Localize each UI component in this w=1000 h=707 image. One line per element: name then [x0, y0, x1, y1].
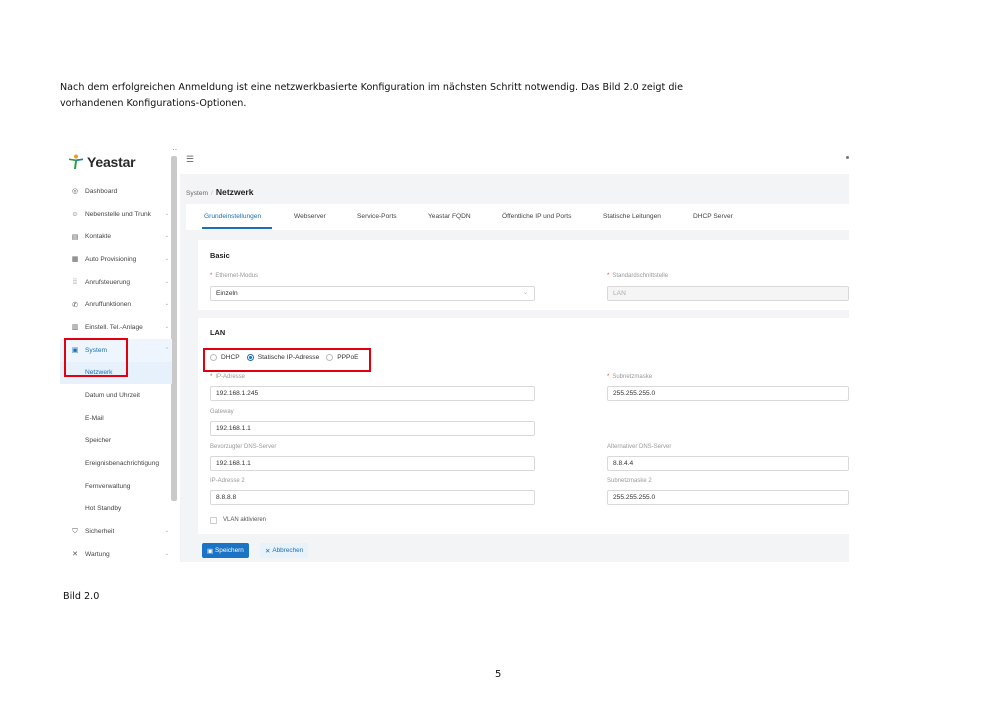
tab-webserver[interactable]: Webserver: [294, 213, 326, 220]
page-title: Netzwerk: [215, 187, 254, 197]
ip-address-2-input[interactable]: 8.8.8.8: [210, 490, 535, 505]
lan-section-title: LAN: [210, 328, 226, 337]
default-interface-label: * Standardschnittstelle: [607, 273, 669, 279]
subnet-mask-2-input[interactable]: 255.255.255.0: [607, 490, 849, 505]
gateway-input[interactable]: 192.168.1.1: [210, 421, 535, 436]
sidebar-item-maintenance[interactable]: ✕ Wartung ⌄: [60, 543, 172, 562]
users-icon: ☺: [71, 210, 79, 218]
provisioning-icon: ▦: [71, 256, 79, 264]
sidebar-item-label: Kontakte: [85, 233, 112, 241]
preferred-dns-label: Bevorzugter DNS-Server: [210, 444, 277, 450]
sidebar-item-label: Anruffunktionen: [85, 301, 132, 309]
tab-bar: Grundeinstellungen Webserver Service-Por…: [186, 204, 849, 230]
ip-address-label: * IP-Adresse: [210, 374, 246, 380]
close-icon: ✕: [265, 547, 271, 555]
sidebar-item-label: Sicherheit: [85, 528, 115, 536]
sidebar-item-label: Dashboard: [85, 187, 118, 195]
alternative-dns-label: Alternativer DNS-Server: [607, 444, 672, 450]
drag-dots-icon: ··: [172, 146, 178, 154]
tab-dhcp-server[interactable]: DHCP Server: [693, 213, 733, 220]
contacts-icon: ▤: [71, 233, 79, 241]
sidebar-item-call-features[interactable]: ✆ Anruffunktionen ⌄: [60, 293, 172, 316]
sidebar-subitem-event-notification[interactable]: Ereignisbenachrichtigung: [60, 452, 172, 475]
sidebar-subitem-storage[interactable]: Speicher: [60, 430, 172, 453]
sidebar-item-label: Wartung: [85, 550, 110, 558]
sidebar-subitem-email[interactable]: E-Mail: [60, 407, 172, 430]
yeastar-logo-icon: [69, 154, 83, 169]
vlan-checkbox[interactable]: [210, 517, 217, 524]
chevron-down-icon: ⌄: [164, 551, 169, 557]
basic-section-title: Basic: [210, 251, 230, 260]
tab-yeastar-fqdn[interactable]: Yeastar FQDN: [428, 213, 471, 220]
chevron-down-icon: ⌄: [164, 528, 169, 535]
breadcrumb: System / Netzwerk: [186, 187, 254, 197]
basic-section: Basic * Ethernet-Modus Einzeln ⌄ * Standard…: [198, 240, 849, 310]
call-control-icon: ⁞⁞: [73, 278, 77, 286]
chevron-up-icon: ⌃: [164, 346, 169, 353]
logo-text: Yeastar: [87, 154, 136, 170]
chevron-down-icon: ⌄: [164, 301, 169, 308]
sidebar-item-pbx-settings[interactable]: ▥ Einstell. Tel.-Anlage ⌄: [60, 316, 172, 339]
default-interface-field: LAN: [607, 286, 849, 301]
shield-icon: ⛉: [72, 527, 78, 535]
highlight-box-system: [64, 338, 128, 377]
sidebar-subitem-hot-standby[interactable]: Hot Standby: [60, 498, 172, 521]
top-bar: ☰: [180, 146, 849, 174]
screenshot-figure: ·· Yeastar ◎ Dashboard ☺ Nebenstelle und…: [60, 146, 849, 562]
ip-address-2-label: IP-Adresse 2: [210, 478, 245, 484]
chevron-down-icon: ⌄: [164, 210, 169, 217]
intro-line-2: vorhandenen Konfigurations-Optionen.: [60, 98, 247, 109]
tab-public-ip-ports[interactable]: Öffentliche IP und Ports: [502, 213, 571, 220]
alternative-dns-input[interactable]: 8.8.4.4: [607, 456, 849, 471]
sidebar-item-extensions[interactable]: ☺ Nebenstelle und Trunk ⌄: [60, 203, 172, 226]
chevron-down-icon: ⌄: [522, 290, 528, 296]
intro-paragraph: Nach dem erfolgreichen Anmeldung ist ein…: [60, 80, 760, 112]
sidebar-item-label: Auto Provisioning: [85, 255, 137, 263]
sidebar-item-contacts[interactable]: ▤ Kontakte ⌄: [60, 225, 172, 248]
gateway-label: Gateway: [210, 409, 234, 415]
figure-caption: Bild 2.0: [63, 591, 100, 602]
user-menu-icon[interactable]: [846, 156, 849, 159]
tab-static-routes[interactable]: Statische Leitungen: [603, 213, 661, 220]
tab-basic-settings[interactable]: Grundeinstellungen: [204, 213, 261, 220]
sidebar-item-auto-provisioning[interactable]: ▦ Auto Provisioning ⌄: [60, 248, 172, 271]
vlan-checkbox-label: VLAN aktivieren: [223, 517, 267, 523]
sidebar-item-call-control[interactable]: ⁞⁞ Anrufsteuerung ⌄: [60, 271, 172, 294]
save-button[interactable]: ▣ Speichern: [202, 543, 249, 558]
sidebar-item-security[interactable]: ⛉ Sicherheit ⌄: [60, 520, 172, 543]
page-number: 5: [495, 669, 502, 680]
save-icon: ▣: [207, 547, 214, 555]
highlight-box-lan-mode: [203, 348, 371, 372]
breadcrumb-separator: /: [210, 190, 213, 197]
dashboard-icon: ◎: [71, 188, 79, 196]
logo: Yeastar: [68, 154, 136, 170]
sidebar-item-label: Einstell. Tel.-Anlage: [85, 323, 143, 331]
subnet-mask-input[interactable]: 255.255.255.0: [607, 386, 849, 401]
sidebar-item-label: Nebenstelle und Trunk: [85, 210, 151, 218]
intro-line-1: Nach dem erfolgreichen Anmeldung ist ein…: [60, 82, 683, 93]
subnet-mask-label: * Subnetzmaske: [607, 374, 653, 380]
sidebar-item-dashboard[interactable]: ◎ Dashboard: [60, 180, 172, 203]
menu-collapse-icon[interactable]: ☰: [186, 155, 194, 164]
ip-address-input[interactable]: 192.168.1.245: [210, 386, 535, 401]
tab-service-ports[interactable]: Service-Ports: [357, 213, 397, 220]
preferred-dns-input[interactable]: 192.168.1.1: [210, 456, 535, 471]
chevron-down-icon: ⌄: [164, 278, 169, 285]
ethernet-mode-select[interactable]: Einzeln ⌄: [210, 286, 535, 301]
sidebar-item-label: Anrufsteuerung: [85, 278, 131, 286]
pbx-settings-icon: ▥: [71, 324, 79, 332]
chevron-down-icon: ⌄: [164, 233, 169, 240]
sidebar-subitem-remote-management[interactable]: Fernverwaltung: [60, 475, 172, 498]
cancel-button[interactable]: ✕ Abbrechen: [260, 543, 309, 558]
breadcrumb-parent[interactable]: System: [186, 190, 208, 197]
active-tab-indicator: [202, 227, 272, 229]
wrench-icon: ✕: [72, 551, 78, 559]
chevron-down-icon: ⌄: [164, 324, 169, 331]
sidebar-subitem-date-time[interactable]: Datum und Uhrzeit: [60, 384, 172, 407]
chevron-down-icon: ⌄: [164, 256, 169, 263]
subnet-mask-2-label: Subnetzmaske 2: [607, 478, 652, 484]
ethernet-mode-label: * Ethernet-Modus: [210, 273, 259, 279]
phone-icon: ✆: [72, 301, 78, 309]
